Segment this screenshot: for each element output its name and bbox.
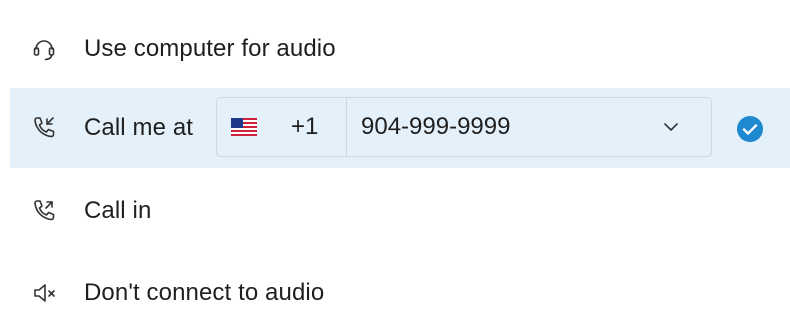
chevron-down-icon[interactable] — [661, 117, 681, 137]
option-dont-connect-audio[interactable]: Don't connect to audio — [10, 258, 790, 328]
option-label: Call in — [84, 197, 152, 224]
selected-check-icon — [737, 116, 763, 142]
country-code-selector[interactable]: +1 — [217, 98, 347, 156]
phone-incoming-icon — [30, 114, 58, 142]
phone-number-field[interactable]: +1 904-999-9999 — [216, 97, 712, 157]
left-edge — [0, 0, 10, 331]
headset-icon — [30, 35, 58, 63]
us-flag-icon — [231, 118, 257, 136]
option-use-computer-audio[interactable]: Use computer for audio — [10, 14, 790, 84]
phone-outgoing-icon — [30, 197, 58, 225]
option-label: Don't connect to audio — [84, 279, 325, 306]
phone-number-input[interactable]: 904-999-9999 — [361, 113, 661, 141]
country-code: +1 — [291, 113, 319, 140]
option-label: Call me at — [84, 114, 194, 141]
option-call-in[interactable]: Call in — [10, 176, 790, 246]
option-call-me-at[interactable]: Call me at +1 904-999-9999 — [10, 88, 790, 168]
speaker-mute-icon — [30, 279, 58, 307]
option-label: Use computer for audio — [84, 35, 336, 62]
audio-options-panel: Use computer for audio Call me at +1 904… — [10, 0, 790, 331]
